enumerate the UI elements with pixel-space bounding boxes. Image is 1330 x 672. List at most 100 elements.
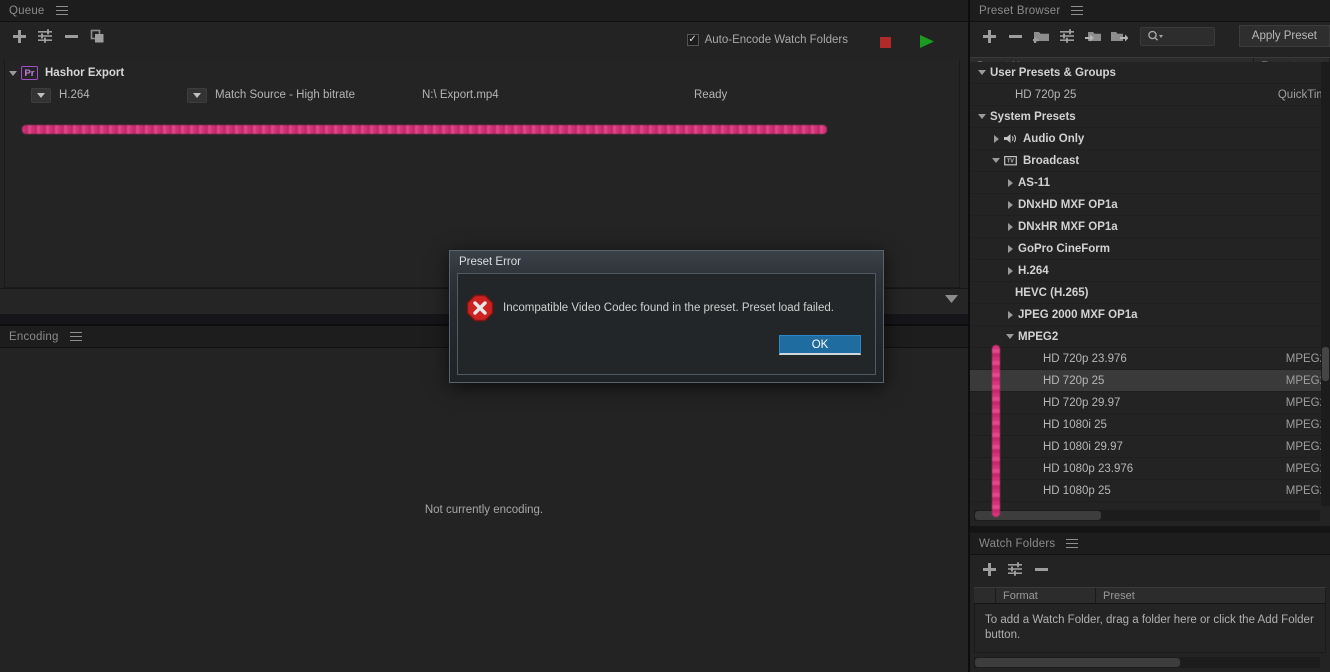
preset-row-hd-720p-25[interactable]: HD 720p 25 QuickTim bbox=[970, 84, 1330, 106]
preset-row-label: HD 720p 29.97 bbox=[1043, 396, 1121, 409]
preset-list-vertical-scroll-thumb[interactable] bbox=[1322, 347, 1329, 381]
disclosure-right-icon[interactable] bbox=[1002, 222, 1018, 231]
preset-row-label: DNxHR MXF OP1a bbox=[1018, 220, 1118, 233]
start-queue-button[interactable] bbox=[919, 34, 935, 54]
disclosure-down-icon[interactable] bbox=[988, 158, 1004, 163]
preset-dropdown-button[interactable] bbox=[187, 87, 207, 103]
preset-row-label: Audio Only bbox=[1023, 132, 1085, 145]
preset-row-hd-1080p-23-976[interactable]: HD 1080p 23.976 MPEG2 bbox=[970, 458, 1330, 480]
preset-row-hd-720p-29-97[interactable]: HD 720p 29.97 MPEG2 bbox=[970, 392, 1330, 414]
preset-row-mpeg2[interactable]: MPEG2 bbox=[970, 326, 1330, 348]
disclosure-down-icon[interactable] bbox=[1002, 334, 1018, 339]
remove-button[interactable] bbox=[58, 24, 84, 48]
auto-encode-watch-folders-toggle[interactable]: ✓ Auto-Encode Watch Folders bbox=[686, 34, 848, 46]
preset-row-label: HD 1080i 29.97 bbox=[1043, 440, 1123, 453]
preset-browser-tab-label[interactable]: Preset Browser bbox=[979, 5, 1060, 17]
svg-text:TV: TV bbox=[1007, 159, 1014, 165]
new-folder-icon[interactable] bbox=[1028, 24, 1054, 48]
preset-row-format: MPEG2 bbox=[1285, 418, 1326, 431]
add-source-button[interactable] bbox=[6, 24, 32, 48]
queue-group-disclosure-icon[interactable] bbox=[5, 70, 21, 76]
dialog-message: Incompatible Video Codec found in the pr… bbox=[503, 302, 834, 314]
tv-icon: TV bbox=[1004, 155, 1017, 166]
preset-row-jpeg-2000-mxf-op1a[interactable]: JPEG 2000 MXF OP1a bbox=[970, 304, 1330, 326]
dialog-title: Preset Error bbox=[459, 256, 521, 268]
preset-row-label: HD 1080p 25 bbox=[1043, 484, 1111, 497]
disclosure-right-icon[interactable] bbox=[1002, 266, 1018, 275]
preset-row-h-264[interactable]: H.264 bbox=[970, 260, 1330, 282]
preset-row-hd-1080p-25[interactable]: HD 1080p 25 MPEG2 bbox=[970, 480, 1330, 502]
preset-row-hd-1080i-29-97[interactable]: HD 1080i 29.97 MPEG2 bbox=[970, 436, 1330, 458]
panel-divider-vertical[interactable] bbox=[968, 0, 970, 672]
ok-button[interactable]: OK bbox=[779, 335, 861, 355]
queue-row-format: H.264 bbox=[59, 89, 90, 101]
queue-group-row[interactable]: Pr Hashor Export bbox=[5, 62, 959, 84]
panel-divider-horizontal-right[interactable] bbox=[970, 527, 1330, 532]
preset-browser-toolbar: Apply Preset bbox=[970, 22, 1330, 50]
preset-row-label: HD 720p 25 bbox=[1043, 374, 1105, 387]
search-input[interactable] bbox=[1140, 26, 1215, 46]
preset-row-format: MPEG2 bbox=[1285, 440, 1326, 453]
preset-row-dnxhd-mxf-op1a[interactable]: DNxHD MXF OP1a bbox=[970, 194, 1330, 216]
preset-row-hd-720p-25[interactable]: HD 720p 25 MPEG2 bbox=[970, 370, 1330, 392]
queue-tab-label[interactable]: Queue bbox=[9, 5, 45, 17]
queue-preset-settings-button[interactable] bbox=[32, 24, 58, 48]
app-root: Queue ✓ Auto-Encode Watch Folders Pr Has… bbox=[0, 0, 1330, 672]
preset-row-as-11[interactable]: AS-11 bbox=[970, 172, 1330, 194]
preset-row-dnxhr-mxf-op1a[interactable]: DNxHR MXF OP1a bbox=[970, 216, 1330, 238]
duplicate-button[interactable] bbox=[84, 24, 110, 48]
queue-row-preset: Match Source - High bitrate bbox=[215, 89, 355, 101]
queue-panel-menu-icon[interactable] bbox=[55, 5, 68, 16]
preset-row-gopro-cineform[interactable]: GoPro CineForm bbox=[970, 238, 1330, 260]
queue-group-title: Hashor Export bbox=[45, 67, 125, 79]
watch-folders-horizontal-scroll-thumb[interactable] bbox=[975, 658, 1180, 667]
preset-row-user-presets-groups[interactable]: User Presets & Groups bbox=[970, 62, 1330, 84]
new-preset-button[interactable] bbox=[976, 24, 1002, 48]
queue-row-output-file[interactable]: N:\ Export.mp4 bbox=[422, 89, 694, 101]
watch-col-format[interactable]: Format bbox=[996, 588, 1096, 603]
delete-preset-button[interactable] bbox=[1002, 24, 1028, 48]
watch-column-headers: Format Preset bbox=[974, 587, 1326, 604]
preset-row-format: MPEG2 bbox=[1285, 484, 1326, 497]
disclosure-down-icon[interactable] bbox=[974, 114, 990, 119]
disclosure-right-icon[interactable] bbox=[1002, 244, 1018, 253]
apply-preset-button[interactable]: Apply Preset bbox=[1238, 25, 1330, 47]
preset-row-broadcast[interactable]: TV Broadcast bbox=[970, 150, 1330, 172]
import-folder-icon[interactable] bbox=[1080, 24, 1106, 48]
auto-encode-checkbox[interactable]: ✓ bbox=[686, 34, 699, 46]
stop-queue-button[interactable] bbox=[880, 37, 891, 48]
disclosure-down-icon[interactable] bbox=[974, 70, 990, 75]
preset-row-audio-only[interactable]: Audio Only bbox=[970, 128, 1330, 150]
format-dropdown-button[interactable] bbox=[31, 87, 51, 103]
pink-highlight-annotation-queue-row bbox=[22, 125, 827, 134]
preset-row-label: System Presets bbox=[990, 110, 1076, 123]
watch-folder-settings-button[interactable] bbox=[1002, 557, 1028, 581]
preset-list-horizontal-scrollbar[interactable] bbox=[974, 510, 1320, 521]
remove-watch-folder-button[interactable] bbox=[1028, 557, 1054, 581]
add-watch-folder-button[interactable] bbox=[976, 557, 1002, 581]
disclosure-right-icon[interactable] bbox=[1002, 178, 1018, 187]
queue-expand-chevron-down-icon[interactable] bbox=[945, 290, 958, 308]
export-folder-icon[interactable] bbox=[1106, 24, 1132, 48]
preset-row-hd-1080i-25[interactable]: HD 1080i 25 MPEG2 bbox=[970, 414, 1330, 436]
preset-row-hevc-h-265[interactable]: HEVC (H.265) bbox=[970, 282, 1330, 304]
encoding-panel-menu-icon[interactable] bbox=[69, 331, 82, 342]
preset-row-label: DNxHD MXF OP1a bbox=[1018, 198, 1118, 211]
watch-folders-panel-menu-icon[interactable] bbox=[1066, 538, 1079, 549]
disclosure-right-icon[interactable] bbox=[1002, 200, 1018, 209]
preset-browser-panel: Preset Browser Apply Preset User Presets… bbox=[970, 0, 1330, 526]
preset-settings-button[interactable] bbox=[1054, 24, 1080, 48]
disclosure-right-icon[interactable] bbox=[1002, 310, 1018, 319]
watch-folders-list[interactable]: To add a Watch Folder, drag a folder her… bbox=[974, 604, 1326, 653]
watch-folders-horizontal-scrollbar[interactable] bbox=[974, 657, 1320, 668]
preset-list-vertical-scrollbar[interactable] bbox=[1321, 62, 1330, 506]
table-row[interactable]: H.264 Match Source - High bitrate N:\ Ex… bbox=[5, 84, 959, 106]
preset-row-system-presets[interactable]: System Presets bbox=[970, 106, 1330, 128]
watch-folders-tab-label[interactable]: Watch Folders bbox=[979, 538, 1055, 550]
preset-row-hd-720p-23-976[interactable]: HD 720p 23.976 MPEG2 bbox=[970, 348, 1330, 370]
preset-browser-panel-menu-icon[interactable] bbox=[1071, 5, 1084, 16]
disclosure-right-icon[interactable] bbox=[988, 134, 1004, 143]
watch-col-preset[interactable]: Preset bbox=[1096, 588, 1326, 603]
encoding-tab-label[interactable]: Encoding bbox=[9, 331, 59, 343]
queue-row-status: Ready bbox=[694, 89, 728, 101]
